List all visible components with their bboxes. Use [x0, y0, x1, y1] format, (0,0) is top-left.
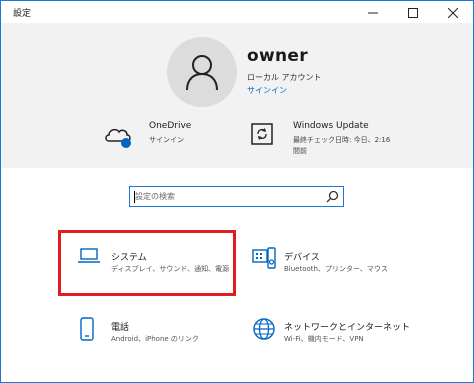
search-icon[interactable] [326, 190, 339, 203]
devices-title: デバイス [284, 253, 320, 263]
search-box[interactable]: 設定の検索 [129, 186, 344, 207]
account-name: owner [247, 46, 308, 66]
category-network[interactable]: ネットワークとインターネット Wi-Fi、機内モード、VPN [250, 314, 440, 358]
search-placeholder: 設定の検索 [135, 192, 175, 201]
close-icon [448, 8, 458, 18]
windows-update-icon [251, 123, 273, 145]
devices-icon [252, 247, 276, 269]
network-desc: Wi-Fi、機内モード、VPN [284, 335, 364, 343]
phone-icon [80, 317, 94, 341]
account-header: owner ローカル アカウント サインイン OneDrive サインイン Wi… [1, 23, 473, 168]
onedrive-cloud-icon [105, 128, 131, 148]
phone-title: 電話 [111, 323, 130, 333]
windows-update-item[interactable]: Windows Update 最終チェック日時: 今日、2:16 間前 [247, 119, 390, 159]
category-devices[interactable]: デバイス Bluetooth、プリンター、マウス [250, 240, 430, 284]
onedrive-title: OneDrive [149, 121, 192, 131]
onedrive-status: サインイン [149, 136, 184, 144]
globe-icon [253, 318, 275, 340]
network-title: ネットワークとインターネット [284, 323, 411, 333]
windows-update-title: Windows Update [293, 121, 369, 131]
highlight-box [58, 230, 236, 296]
minimize-button[interactable] [353, 2, 393, 24]
devices-desc: Bluetooth、プリンター、マウス [284, 265, 388, 273]
onedrive-item[interactable]: OneDrive サインイン [101, 119, 221, 159]
window-title: 設定 [13, 9, 32, 19]
category-phone[interactable]: 電話 Android、iPhone のリンク [70, 314, 230, 358]
signin-link[interactable]: サインイン [247, 85, 287, 96]
user-icon [186, 55, 218, 91]
avatar[interactable] [167, 37, 237, 107]
windows-update-status: 最終チェック日時: 今日、2:16 [293, 136, 391, 144]
windows-update-status-cont: 間前 [293, 147, 307, 155]
account-type: ローカル アカウント [247, 73, 322, 82]
minimize-icon [368, 12, 378, 14]
maximize-button[interactable] [393, 2, 433, 24]
maximize-icon [408, 8, 418, 18]
title-bar: 設定 [1, 1, 473, 23]
phone-desc: Android、iPhone のリンク [111, 335, 199, 343]
close-button[interactable] [433, 2, 473, 24]
